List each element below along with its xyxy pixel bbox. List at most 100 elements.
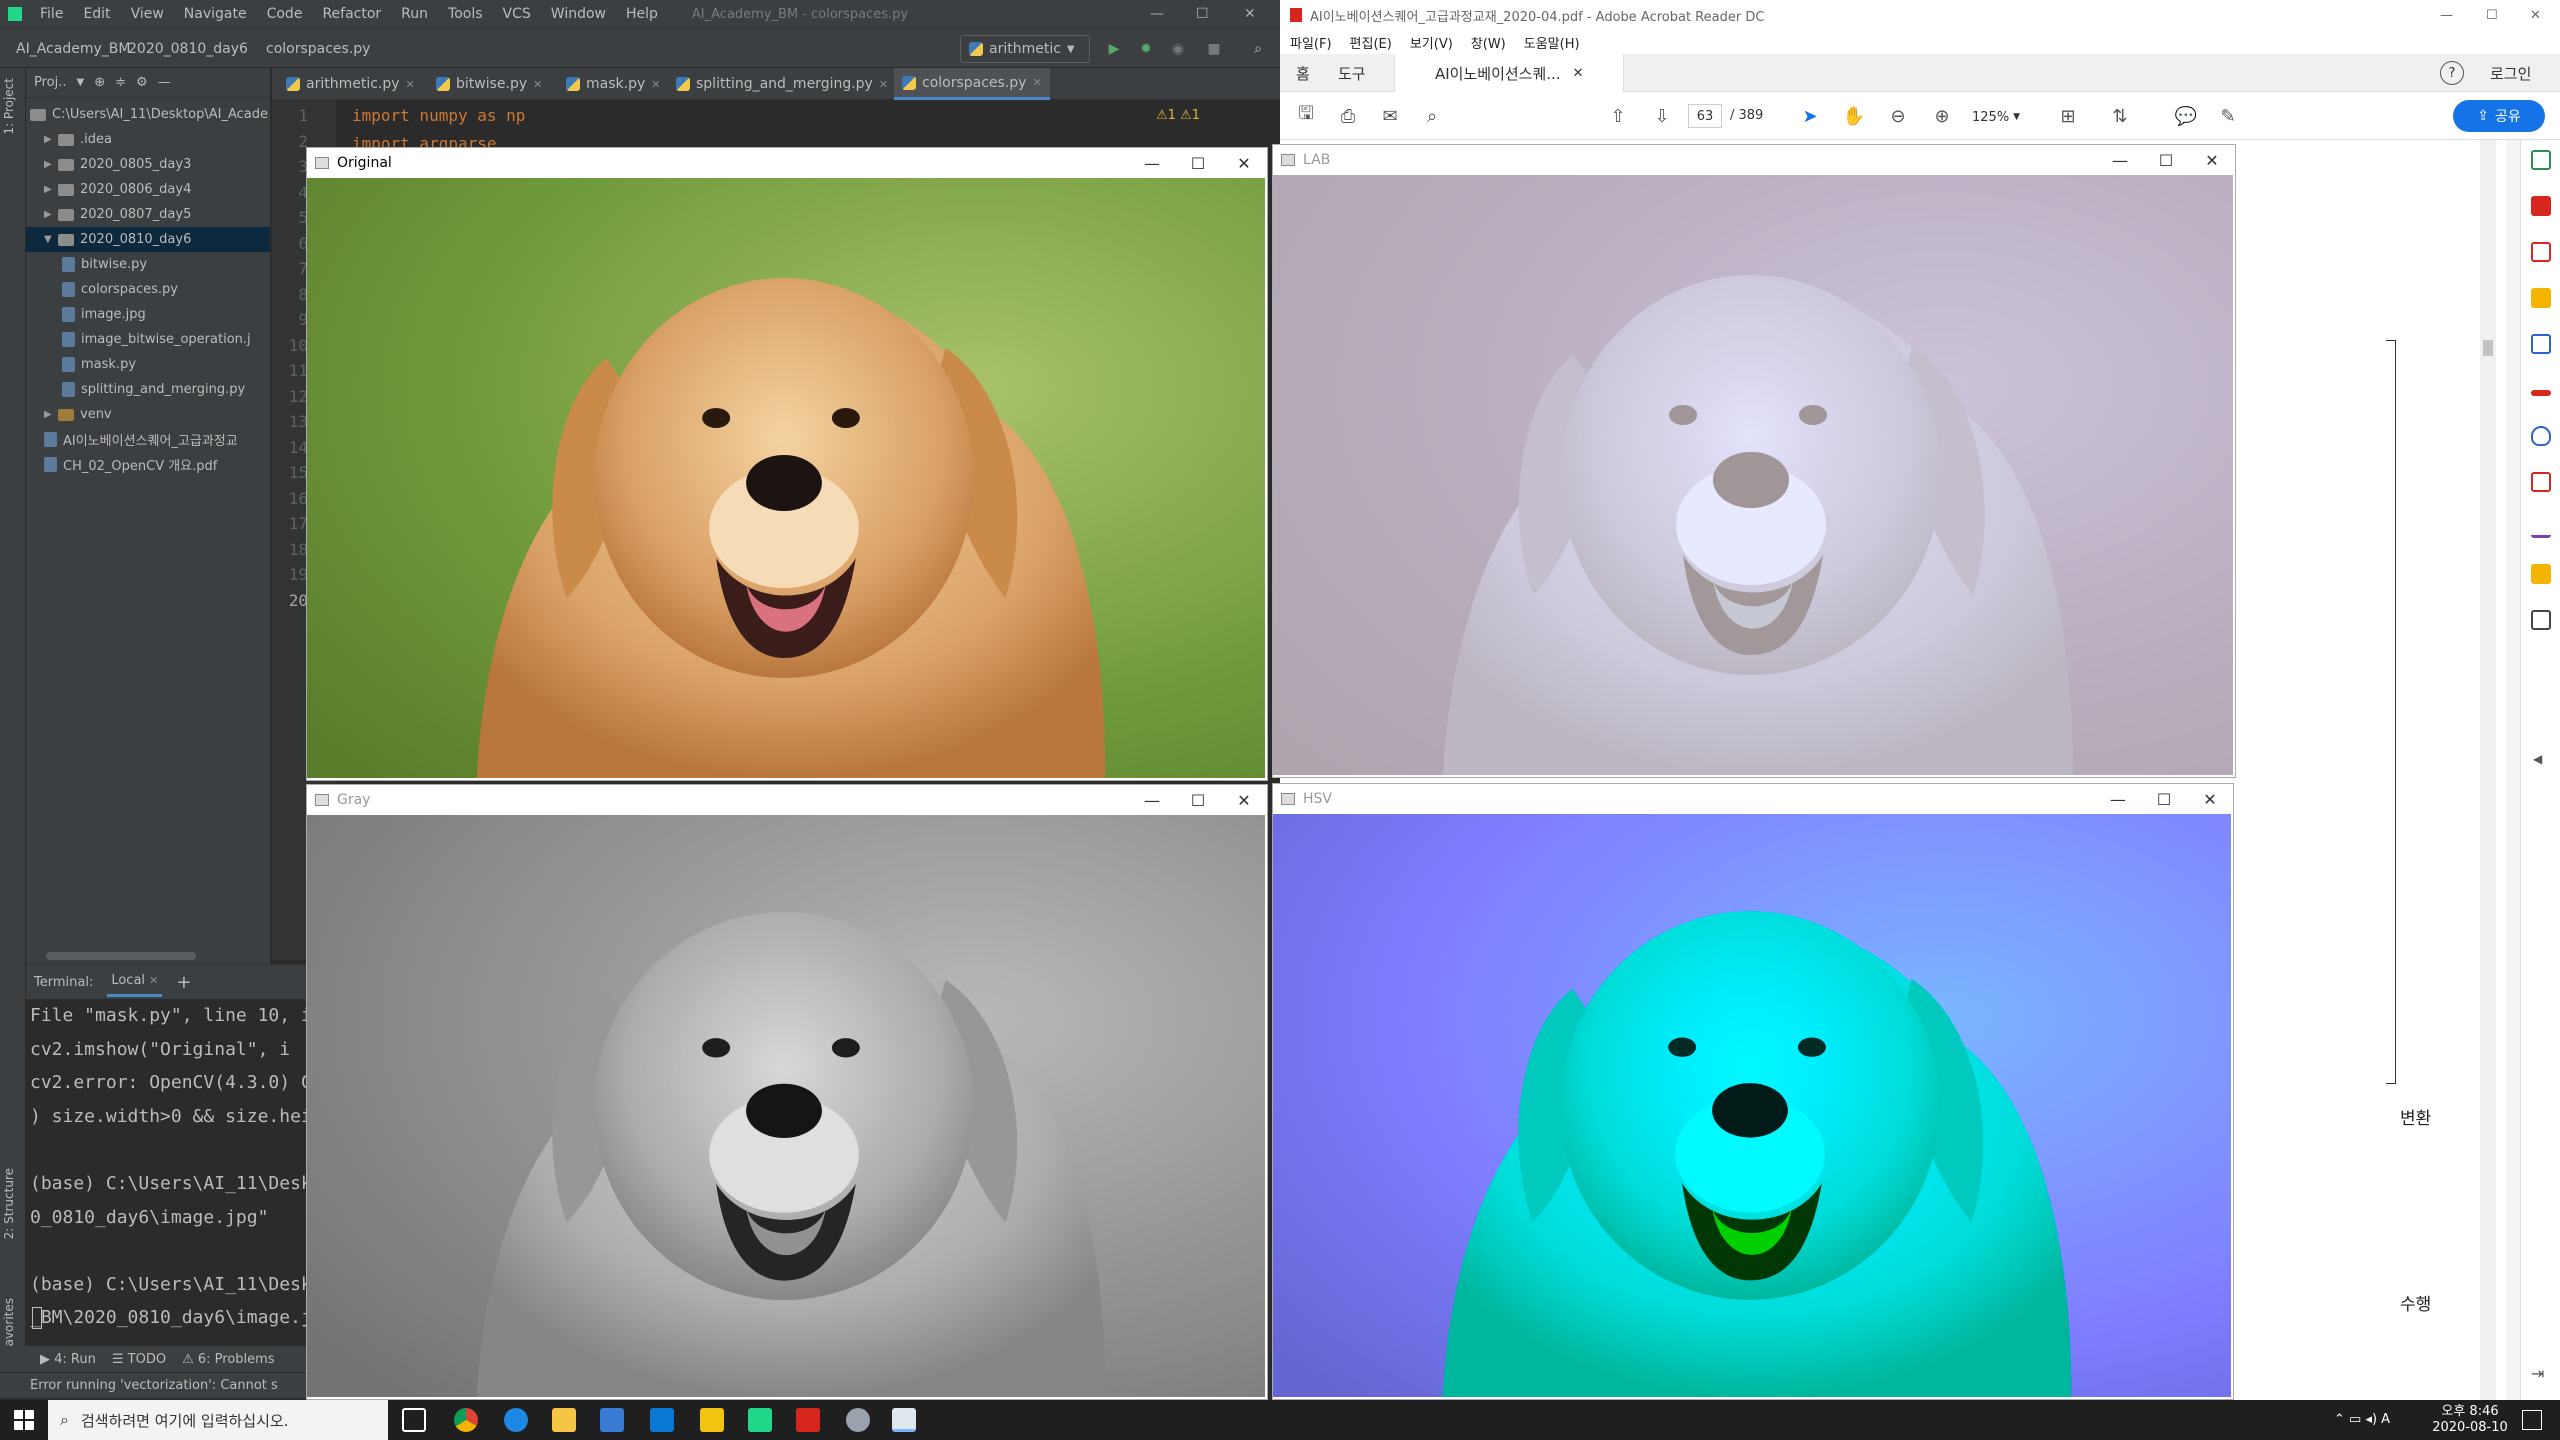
tree-item[interactable]: mask.py [26, 352, 270, 377]
mail-icon[interactable] [650, 1408, 674, 1432]
more-tools-icon[interactable] [2531, 610, 2551, 630]
organize-icon[interactable] [2531, 472, 2551, 492]
file-explorer-icon[interactable] [552, 1408, 576, 1432]
search-icon[interactable]: ⌕ [1420, 104, 1444, 128]
tree-item[interactable]: image_bitwise_operation.j [26, 327, 270, 352]
menu-code[interactable]: Code [257, 6, 313, 22]
menu-help[interactable]: Help [616, 6, 668, 22]
acrobat-menu-view[interactable]: 보기(V) [1410, 33, 1453, 52]
side-tab-structure[interactable]: 2: Structure [2, 1168, 16, 1239]
comment-tool-icon[interactable] [2531, 288, 2551, 308]
close-icon[interactable]: ✕ [149, 974, 158, 987]
pycharm-icon[interactable] [748, 1408, 772, 1432]
tray-icons[interactable]: ⌃ ▭ ◂) A [2334, 1412, 2390, 1427]
menu-window[interactable]: Window [541, 6, 616, 22]
run-config-select[interactable]: arithmetic ▼ [960, 35, 1090, 63]
sticky-notes-icon[interactable] [700, 1408, 724, 1432]
tree-item[interactable]: ▶ 2020_0806_day4 [26, 177, 270, 202]
zoom-in-icon[interactable]: ⊕ [1930, 104, 1954, 128]
locate-icon[interactable]: ⊕ [94, 75, 105, 90]
create-pdf-icon[interactable] [2531, 196, 2551, 216]
menu-refactor[interactable]: Refactor [312, 6, 391, 22]
help-icon[interactable]: ? [2440, 61, 2464, 85]
add-terminal-icon[interactable]: + [176, 972, 191, 993]
menu-vcs[interactable]: VCS [493, 6, 541, 22]
cv-window-titlebar[interactable]: HSV — ☐ ✕ [1273, 784, 2233, 814]
menu-view[interactable]: View [121, 6, 174, 22]
tab-arithmetic[interactable]: arithmetic.py ✕ [278, 68, 423, 100]
minimize-icon[interactable]: — [2095, 784, 2141, 814]
send-for-signature-icon[interactable] [2531, 518, 2551, 538]
problems-tool-button[interactable]: ⚠ 6: Problems [182, 1352, 275, 1367]
ide-maximize-button[interactable]: ☐ [1196, 6, 1209, 22]
collapse-pane-icon[interactable]: ◀ [2533, 752, 2542, 766]
hand-tool-icon[interactable]: ✋ [1842, 104, 1866, 128]
email-icon[interactable]: ✉ [1378, 104, 1402, 128]
save-icon[interactable]: 🖫 [1294, 103, 1318, 128]
cv-window-titlebar[interactable]: Original — ☐ ✕ [307, 148, 1267, 178]
hide-icon[interactable]: — [158, 75, 171, 90]
debug-icon[interactable]: ✹ [1136, 39, 1156, 59]
maximize-icon[interactable]: ☐ [2141, 784, 2187, 814]
maximize-icon[interactable]: ☐ [2143, 145, 2189, 175]
comment-icon[interactable]: 💬 [2174, 104, 2198, 128]
zoom-out-icon[interactable]: ⊖ [1886, 104, 1910, 128]
tab-home[interactable]: 홈 [1296, 54, 1310, 92]
inspection-warnings[interactable]: ⚠1 ⚠1 [1156, 108, 1200, 123]
draw-icon[interactable]: ✎ [2216, 104, 2240, 128]
tab-colorspaces[interactable]: colorspaces.py ✕ [894, 68, 1050, 100]
side-tab-project[interactable]: 1: Project [2, 78, 16, 135]
minimize-icon[interactable]: — [1129, 148, 1175, 178]
close-icon[interactable]: ✕ [406, 78, 415, 91]
send-track-icon[interactable] [2531, 564, 2551, 584]
menu-file[interactable]: File [30, 6, 73, 22]
tree-item[interactable]: bitwise.py [26, 252, 270, 277]
acrobat-icon[interactable] [796, 1408, 820, 1432]
menu-tools[interactable]: Tools [438, 6, 493, 22]
close-icon[interactable]: ✕ [1032, 76, 1041, 89]
scrollbar-thumb[interactable] [2483, 340, 2493, 356]
taskbar-search-box[interactable]: ⌕ 검색하려면 여기에 입력하십시오. [48, 1400, 388, 1440]
cv-window-titlebar[interactable]: LAB — ☐ ✕ [1273, 145, 2235, 175]
chevron-down-icon[interactable]: ▼ [44, 234, 58, 245]
notification-icon[interactable] [2522, 1410, 2542, 1430]
print-icon[interactable]: ⎙ [1336, 104, 1360, 128]
close-icon[interactable]: ✕ [2187, 784, 2233, 814]
taskbar-clock[interactable]: 오후 8:46 2020-08-10 [2420, 1404, 2520, 1436]
close-icon[interactable]: ✕ [651, 78, 660, 91]
task-view-icon[interactable] [402, 1408, 426, 1432]
breadcrumb-file[interactable]: colorspaces.py [266, 41, 370, 57]
close-icon[interactable]: ✕ [1221, 785, 1267, 815]
minimize-icon[interactable]: — [1129, 785, 1175, 815]
tree-item[interactable]: AI이노베이션스퀘어_고급과정교 [26, 427, 270, 452]
terminal-tab-local[interactable]: Local ✕ [107, 967, 163, 997]
combine-icon[interactable] [2531, 334, 2551, 354]
chrome-icon[interactable] [454, 1408, 478, 1432]
close-icon[interactable]: ✕ [1573, 66, 1584, 81]
prev-page-icon[interactable]: ⇧ [1606, 104, 1630, 128]
fill-sign-icon[interactable] [2531, 390, 2551, 396]
tab-mask[interactable]: mask.py ✕ [558, 68, 668, 100]
maximize-icon[interactable]: ☐ [1175, 148, 1221, 178]
run-tool-button[interactable]: ▶ 4: Run [40, 1352, 96, 1367]
tree-item[interactable]: splitting_and_merging.py [26, 377, 270, 402]
chevron-right-icon[interactable]: ▶ [44, 134, 58, 145]
python-app-icon[interactable] [846, 1408, 870, 1432]
tree-item[interactable]: CH_02_OpenCV 개요.pdf [26, 452, 270, 477]
menu-navigate[interactable]: Navigate [174, 6, 257, 22]
scroll-mode-icon[interactable]: ⇅ [2108, 104, 2132, 128]
pane-expand-icon[interactable]: ⇥ [2531, 1364, 2544, 1383]
select-tool-icon[interactable]: ➤ [1798, 104, 1822, 128]
acrobat-menu-edit[interactable]: 편집(E) [1350, 33, 1392, 52]
tree-horizontal-scrollbar[interactable] [46, 952, 196, 960]
acrobat-minimize-button[interactable]: — [2440, 8, 2453, 23]
coverage-icon[interactable]: ◉ [1168, 39, 1188, 59]
fit-page-icon[interactable]: ⊞ [2056, 104, 2080, 128]
tree-item[interactable]: ▶ 2020_0807_day5 [26, 202, 270, 227]
chevron-right-icon[interactable]: ▶ [44, 209, 58, 220]
tree-item[interactable]: ▶ .idea [26, 127, 270, 152]
opencv-window-icon[interactable] [892, 1408, 916, 1432]
gear-icon[interactable]: ⚙ [136, 75, 148, 90]
tree-item[interactable]: C:\Users\AI_11\Desktop\AI_Acade [26, 102, 270, 127]
maximize-icon[interactable]: ☐ [1175, 785, 1221, 815]
